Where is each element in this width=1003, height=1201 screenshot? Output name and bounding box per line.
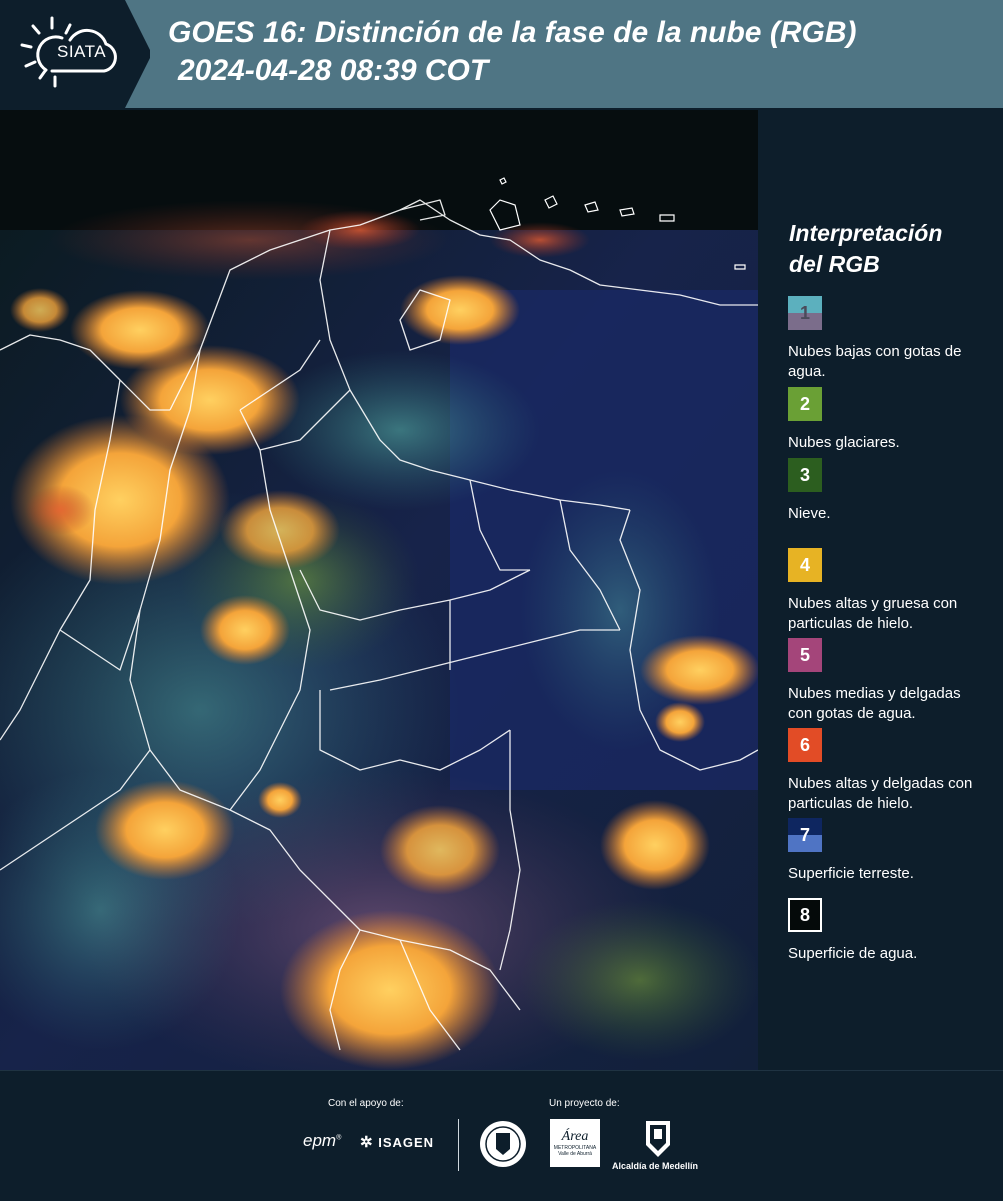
satellite-map[interactable] <box>0 110 758 1070</box>
legend-item-2: 2 Nubes glaciares. <box>788 387 988 453</box>
epm-logo: epm® <box>303 1131 342 1150</box>
legend-title-line-2: del RGB <box>789 251 880 277</box>
legend-item-8: 8 Superficie de agua. <box>788 898 988 964</box>
legend-item-5: 5 Nubes medias y delgadas con gotas de ag… <box>788 638 988 724</box>
legend-swatch-1: 1 <box>788 296 822 330</box>
footer-divider <box>458 1119 459 1171</box>
rgb-satellite-image <box>0 110 758 1070</box>
legend-number: 6 <box>799 734 810 755</box>
page-title: GOES 16: Distinción de la fase de la nub… <box>168 14 856 90</box>
legend-number: 2 <box>799 393 810 414</box>
area-sub2: Valle de Aburrá <box>558 1151 592 1157</box>
epm-text: epm <box>303 1131 337 1150</box>
area-text: Área <box>561 1129 589 1144</box>
legend-label: Superficie terreste. <box>788 865 914 882</box>
header-bar: SIATA GOES 16: Distinción de la fase de … <box>0 0 1003 108</box>
legend-label: Nubes bajas con gotas de agua. <box>788 343 962 380</box>
footer: Con el apoyo de: Un proyecto de: epm® ✲ … <box>0 1070 1003 1201</box>
legend-label: Nieve. <box>788 505 831 522</box>
legend-label: Nubes medias y delgadas con gotas de agu… <box>788 685 961 722</box>
area-metropolitana-logo: Área METROPOLITANA Valle de Aburrá <box>550 1119 600 1167</box>
legend-label: Nubes glaciares. <box>788 434 900 451</box>
alcaldia-shield-icon <box>646 1121 670 1157</box>
legend-swatch-3: 3 <box>788 458 822 492</box>
siata-logo: SIATA <box>0 0 150 108</box>
isagen-icon: ✲ <box>360 1134 374 1151</box>
legend-swatch-4: 4 <box>788 548 822 582</box>
legend-panel: Interpretación del RGB 1 Nubes bajas con … <box>760 110 1003 1070</box>
legend-swatch-8: 8 <box>788 898 822 932</box>
medellin-seal-icon <box>480 1121 526 1167</box>
legend-swatch-7: 7 <box>788 818 822 852</box>
legend-item-3: 3 Nieve. <box>788 458 988 524</box>
legend-swatch-5: 5 <box>788 638 822 672</box>
legend-label: Nubes altas y gruesa con particulas de h… <box>788 595 958 632</box>
legend-number: 7 <box>799 824 810 845</box>
legend-item-4: 4 Nubes altas y gruesa con particulas de … <box>788 548 988 634</box>
legend-number: 8 <box>799 904 810 925</box>
legend-swatch-6: 6 <box>788 728 822 762</box>
legend-number: 4 <box>799 554 810 575</box>
legend-title: Interpretación del RGB <box>789 218 942 280</box>
isagen-text: ISAGEN <box>378 1135 435 1150</box>
legend-number: 5 <box>799 644 810 665</box>
title-line-2: 2024-04-28 08:39 COT <box>178 54 489 87</box>
legend-item-1: 1 Nubes bajas con gotas de agua. <box>788 296 988 382</box>
title-line-1: GOES 16: Distinción de la fase de la nub… <box>168 16 857 49</box>
legend-swatch-2: 2 <box>788 387 822 421</box>
logo-text: SIATA <box>57 42 107 61</box>
legend-label: Nubes altas y delgadas con particulas de… <box>788 775 973 812</box>
alcaldia-text: Alcaldía de Medellín <box>612 1161 699 1171</box>
legend-number: 1 <box>799 302 810 323</box>
legend-item-6: 6 Nubes altas y delgadas con particulas d… <box>788 728 988 814</box>
support-label: Con el apoyo de: <box>328 1098 404 1109</box>
legend-title-line-1: Interpretación <box>789 220 943 246</box>
legend-item-7: 7 Superficie terreste. <box>788 818 988 884</box>
project-label: Un proyecto de: <box>549 1098 620 1109</box>
legend-number: 3 <box>799 464 810 485</box>
isagen-logo: ✲ ISAGEN <box>360 1133 434 1151</box>
legend-label: Superficie de agua. <box>788 945 918 962</box>
